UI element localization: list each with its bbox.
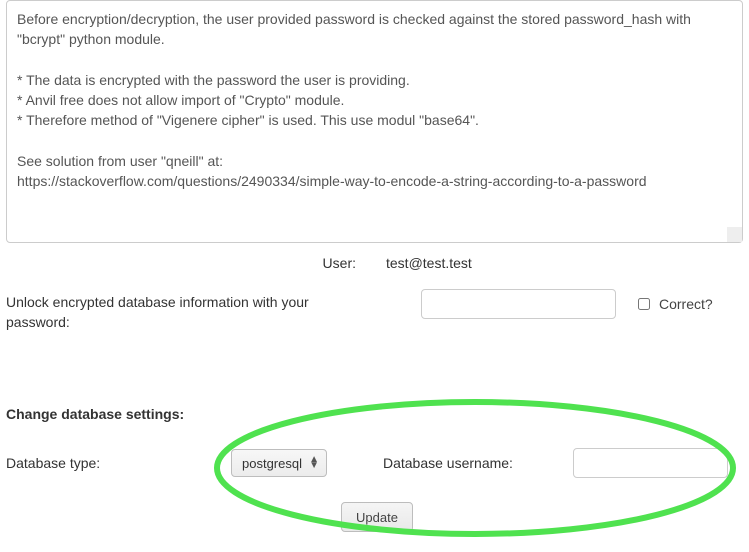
unlock-label: Unlock encrypted database information wi… <box>6 289 421 332</box>
correct-label: Correct? <box>659 296 713 312</box>
db-username-input[interactable] <box>573 448 728 478</box>
correct-checkbox-wrap[interactable]: Correct? <box>634 295 713 313</box>
user-value: test@test.test <box>386 255 472 271</box>
db-settings-row: Database type: postgresql ▲▼ Database us… <box>6 448 743 478</box>
unlock-row: Unlock encrypted database information wi… <box>6 281 743 338</box>
change-db-heading: Change database settings: <box>6 406 743 422</box>
db-type-selected-value: postgresql <box>242 456 302 471</box>
info-textarea[interactable]: Before encryption/decryption, the user p… <box>6 0 743 243</box>
user-label: User: <box>6 255 386 271</box>
password-input[interactable] <box>421 289 616 319</box>
db-type-select[interactable]: postgresql ▲▼ <box>231 449 327 477</box>
update-button[interactable]: Update <box>341 502 413 532</box>
correct-checkbox[interactable] <box>638 298 650 310</box>
user-row: User: test@test.test <box>6 243 743 281</box>
db-type-label: Database type: <box>6 455 231 471</box>
db-username-label: Database username: <box>383 455 573 471</box>
